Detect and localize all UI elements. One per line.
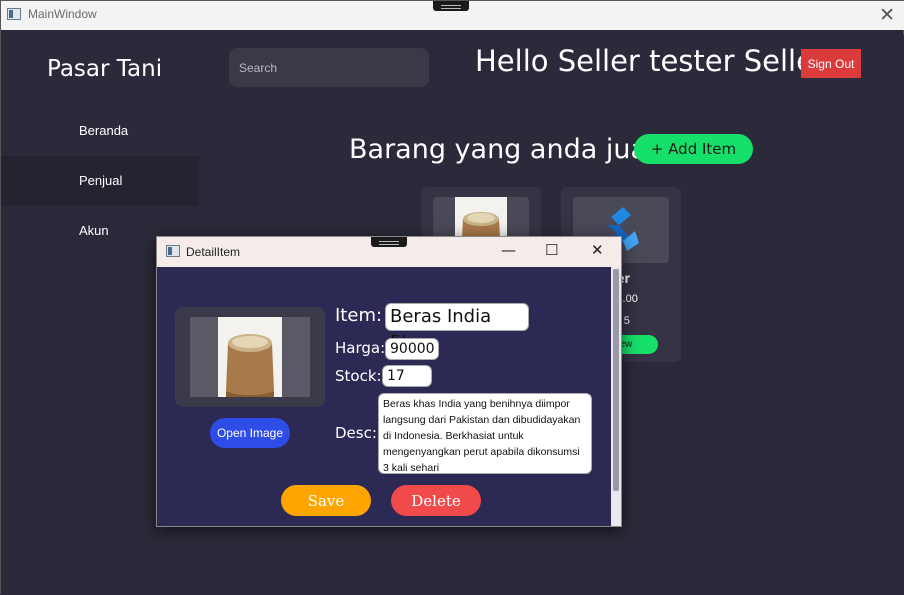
greeting-text: Hello Seller tester Seller xyxy=(475,44,826,78)
description-field[interactable]: Beras khas India yang benihnya diimpor l… xyxy=(378,393,592,474)
close-icon[interactable]: ✕ xyxy=(591,241,604,259)
image-preview xyxy=(175,307,325,407)
sign-out-button[interactable]: Sign Out xyxy=(801,49,861,78)
dialog-title: DetailItem xyxy=(186,245,241,259)
section-title: Barang yang anda jual xyxy=(349,134,655,165)
sidebar-item-beranda[interactable]: Beranda xyxy=(1,106,199,156)
open-image-button[interactable]: Open Image xyxy=(210,418,290,448)
dialog-scrollbar[interactable] xyxy=(611,267,621,526)
app-icon xyxy=(166,245,180,257)
app-icon xyxy=(7,8,21,20)
save-button[interactable]: Save xyxy=(281,485,371,516)
sidebar-item-penjual[interactable]: Penjual xyxy=(1,156,199,206)
harga-label: Harga: xyxy=(335,339,386,357)
stock-label: Stock: xyxy=(335,367,382,385)
scrollbar-thumb[interactable] xyxy=(613,269,619,491)
item-name-field[interactable]: Beras India 5kg xyxy=(385,303,529,353)
search-input[interactable] xyxy=(229,48,429,87)
add-item-button[interactable]: + Add Item xyxy=(634,134,753,164)
window-title: MainWindow xyxy=(28,7,97,21)
stock-field[interactable]: 17 xyxy=(382,365,432,387)
drag-handle[interactable] xyxy=(371,237,407,247)
detail-item-dialog: DetailItem — ☐ ✕ Open Image Item: Beras … xyxy=(156,236,622,527)
close-icon[interactable]: ✕ xyxy=(879,4,895,26)
delete-button[interactable]: Delete xyxy=(391,485,481,516)
dialog-body: Open Image Item: Beras India 5kg Harga: … xyxy=(157,267,621,526)
maximize-icon[interactable]: ☐ xyxy=(545,241,558,259)
item-label: Item: xyxy=(335,305,383,326)
brand-title: Pasar Tani xyxy=(47,56,163,82)
minimize-icon[interactable]: — xyxy=(501,241,516,259)
price-field[interactable]: 90000 xyxy=(385,338,439,360)
desc-label: Desc: xyxy=(335,424,377,442)
drag-handle[interactable] xyxy=(433,1,469,11)
